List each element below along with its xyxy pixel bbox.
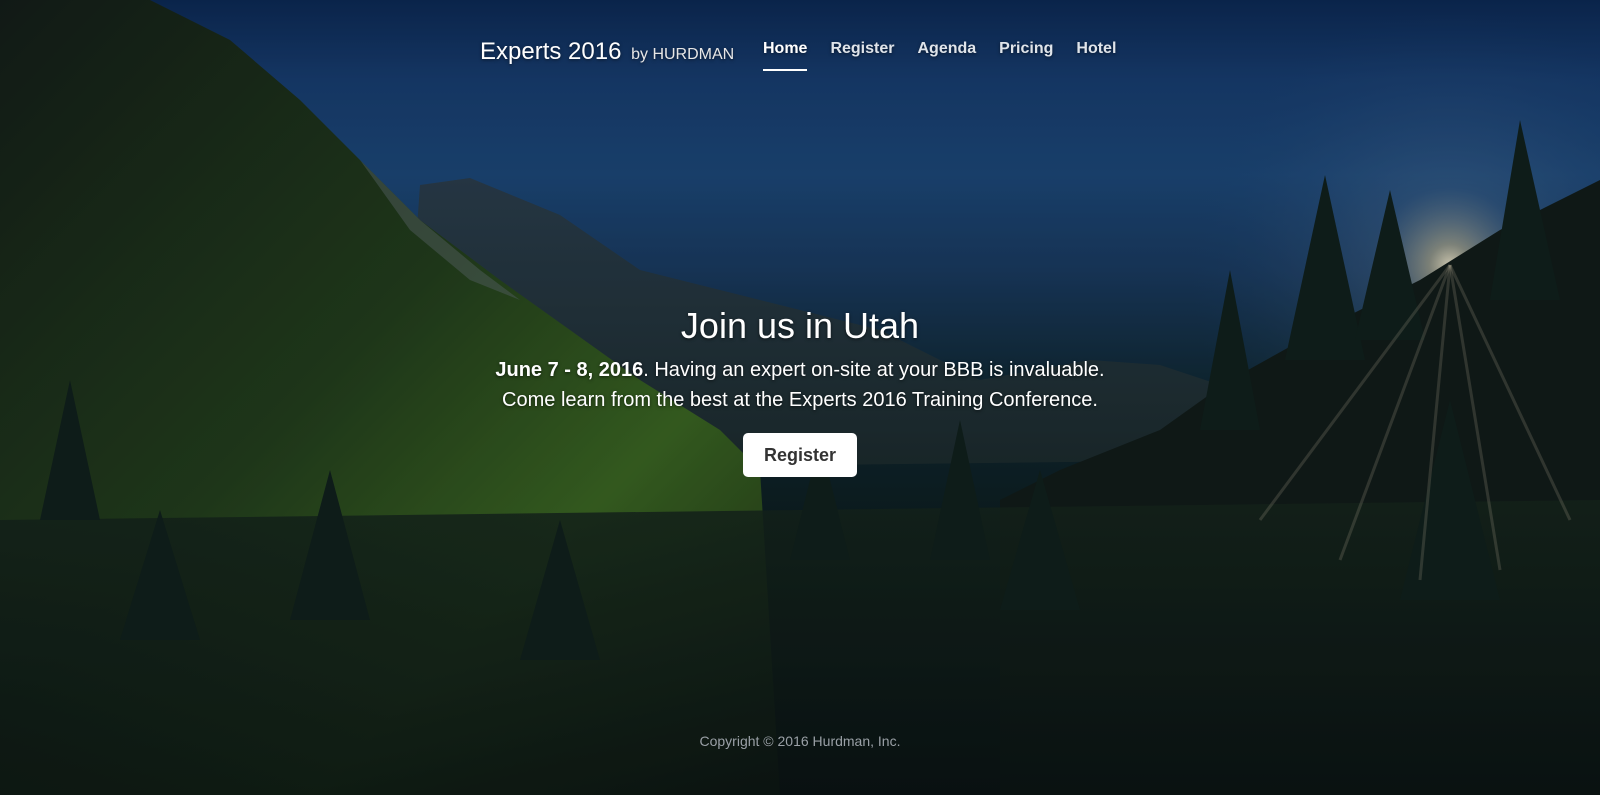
nav-item-hotel[interactable]: Hotel: [1076, 40, 1116, 71]
nav-item-register[interactable]: Register: [830, 40, 894, 71]
hero-heading: Join us in Utah: [680, 305, 920, 346]
nav-item-home[interactable]: Home: [763, 40, 808, 71]
brand-title: Experts 2016: [480, 38, 622, 65]
main-nav: Home Register Agenda Pricing Hotel: [763, 40, 1116, 71]
cover-content: Join us in Utah June 7 - 8, 2016. Having…: [400, 302, 1200, 477]
lead-line1-text: . Having an expert on-site at your BBB i…: [643, 359, 1105, 381]
hero-background: Experts 2016 by HURDMAN Home Register Ag…: [0, 0, 1600, 795]
masthead: Experts 2016 by HURDMAN Home Register Ag…: [480, 34, 1130, 74]
nav-item-agenda[interactable]: Agenda: [917, 40, 976, 71]
footer-copyright: Copyright © 2016 Hurdman, Inc.: [699, 733, 901, 749]
lead-line2-text: Come learn from the best at the Experts …: [502, 389, 1098, 411]
hero-lead: June 7 - 8, 2016. Having an expert on-si…: [400, 355, 1200, 415]
brand-byline: by HURDMAN: [631, 46, 735, 63]
event-date: June 7 - 8, 2016: [495, 359, 644, 381]
register-button[interactable]: Register: [742, 433, 858, 477]
nav-item-pricing[interactable]: Pricing: [999, 40, 1053, 71]
site-brand[interactable]: Experts 2016 by HURDMAN: [480, 38, 734, 66]
